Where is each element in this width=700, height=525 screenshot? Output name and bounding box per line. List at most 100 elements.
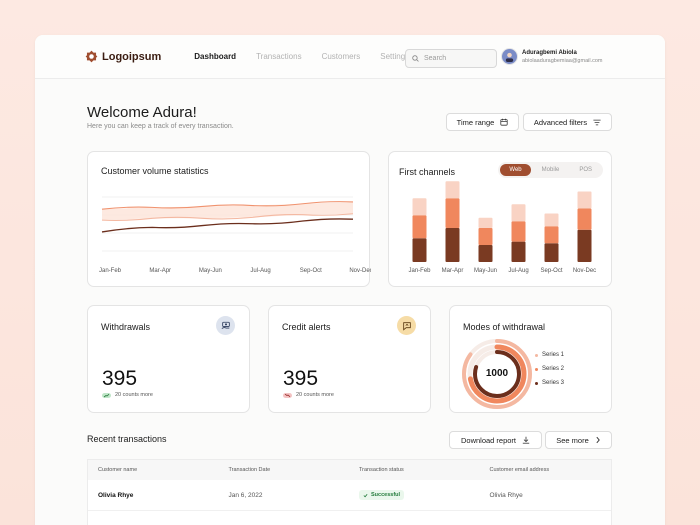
bar-segment[interactable] — [412, 215, 427, 239]
column-header[interactable]: Customer name — [88, 467, 219, 473]
bar-segment[interactable] — [577, 229, 592, 262]
withdrawals-value: 395 — [102, 367, 138, 390]
bar-segment[interactable] — [478, 245, 493, 262]
credit-alerts-card: Credit alerts 395 20 counts more — [268, 305, 431, 413]
bar-segment[interactable] — [544, 213, 559, 227]
main-nav: Dashboard Transactions Customers Setting… — [194, 52, 409, 61]
credit-alerts-note-text: 20 counts more — [296, 392, 334, 398]
bar-segment[interactable] — [445, 181, 460, 199]
download-report-label: Download report — [460, 435, 517, 445]
withdrawals-card: Withdrawals 395 20 counts more — [87, 305, 250, 413]
legend-series-2: Series 2 — [535, 366, 564, 372]
cash-hand-icon — [221, 321, 230, 329]
transactions-table: Customer name Transaction Date Transacti… — [87, 459, 612, 525]
bar-segment[interactable] — [478, 228, 493, 245]
x-tick-label: Jul-Aug — [250, 268, 270, 274]
channels-chart: Jan-Feb Mar-Apr May-Jun Jul-Aug Sep-Oct Nov-D… — [408, 181, 596, 274]
column-header[interactable]: Customer email address — [480, 467, 612, 473]
modes-title: Modes of withdrawal — [463, 322, 546, 332]
nav-transactions[interactable]: Transactions — [256, 52, 302, 61]
advanced-filters-button[interactable]: Advanced filters — [523, 113, 612, 131]
logo-icon — [85, 50, 98, 63]
column-header[interactable]: Transaction Date — [219, 467, 350, 473]
credit-alerts-title: Credit alerts — [282, 322, 331, 332]
bar-segment[interactable] — [412, 198, 427, 216]
recent-transactions-title: Recent transactions — [87, 434, 167, 444]
download-report-button[interactable]: Download report — [449, 431, 542, 449]
x-tick-label: Mar-Apr — [149, 268, 171, 274]
column-header[interactable]: Transaction status — [349, 467, 480, 473]
transaction-date: Jan 6, 2022 — [228, 491, 263, 499]
transaction-status: Successful — [349, 490, 480, 500]
legend-label: Series 3 — [542, 380, 565, 386]
legend-dot — [535, 367, 538, 371]
search-input[interactable]: Search — [405, 49, 497, 68]
x-tick-label: Mar-Apr — [442, 268, 464, 274]
welcome-header: Welcome Adura! Here you can keep a track… — [87, 104, 234, 130]
app-window: Logoipsum Dashboard Transactions Custome… — [35, 35, 665, 525]
series-line — [101, 218, 354, 233]
page-subtitle: Here you can keep a track of every trans… — [87, 123, 234, 130]
bar-segment[interactable] — [511, 221, 526, 242]
trend-up-icon — [102, 392, 111, 398]
search-placeholder: Search — [424, 55, 447, 62]
bar-segment[interactable] — [412, 238, 427, 262]
nav-dashboard[interactable]: Dashboard — [194, 52, 236, 61]
credit-alerts-note: 20 counts more — [283, 392, 334, 398]
bar-segment[interactable] — [445, 228, 460, 262]
nav-customers[interactable]: Customers — [322, 52, 361, 61]
calendar-icon — [500, 118, 508, 126]
page-title: Welcome Adura! — [87, 104, 197, 121]
table-row[interactable]: Olivia Rhye Jan 6, 2022 Successful Olivi… — [88, 480, 611, 511]
customer-email: Olivia Rhye — [489, 491, 523, 499]
brand-name: Logoipsum — [102, 50, 162, 63]
x-tick-label: Jan-Feb — [99, 268, 122, 274]
volume-chart: Jan-Feb Mar-Apr May-Jun Jul-Aug Sep-Oct Nov-D… — [99, 196, 371, 274]
legend-series-1: Series 1 — [535, 352, 564, 358]
modes-card: Modes of withdrawal 1000 Series 1 Series… — [449, 305, 612, 413]
see-more-button[interactable]: See more — [545, 431, 612, 449]
user-name: Aduragbemi Abiola — [522, 49, 577, 56]
avatar[interactable] — [501, 48, 518, 65]
time-range-button[interactable]: Time range — [446, 113, 519, 131]
bar-segment[interactable] — [445, 198, 460, 228]
user-menu[interactable]: Aduragbemi Abiola abiolaaduragbemiaa@gma… — [501, 48, 603, 65]
user-email: abiolaaduragbemiaa@gmail.com — [522, 57, 603, 64]
table-header: Customer name Transaction Date Transacti… — [88, 460, 611, 480]
bar-segment[interactable] — [577, 208, 592, 230]
bar-segment[interactable] — [544, 226, 559, 244]
legend-dot — [535, 353, 538, 357]
credit-alerts-icon-badge — [397, 316, 416, 335]
first-channels-card: First channels Web Mobile POS Jan-Feb Mar… — [388, 151, 612, 287]
withdrawals-title: Withdrawals — [101, 322, 151, 332]
x-tick-label: Sep-Oct — [300, 268, 322, 274]
withdrawals-note-text: 20 counts more — [115, 392, 153, 398]
top-bar: Logoipsum Dashboard Transactions Custome… — [35, 35, 665, 79]
advanced-filters-label: Advanced filters — [533, 117, 588, 127]
user-icon — [505, 52, 514, 62]
credit-alerts-value: 395 — [283, 367, 319, 390]
bar-segment[interactable] — [577, 191, 592, 209]
bar-segment[interactable] — [478, 217, 493, 228]
trend-down-icon — [283, 392, 292, 398]
withdrawals-icon-badge — [216, 316, 235, 335]
withdrawals-note: 20 counts more — [102, 392, 153, 398]
status-label: Successful — [371, 492, 401, 498]
logo[interactable]: Logoipsum — [85, 50, 161, 63]
x-tick-label: May-Jun — [474, 268, 497, 274]
chevron-right-icon — [596, 436, 600, 444]
x-tick-label: Sep-Oct — [540, 268, 562, 274]
x-tick-label: Nov-Dec — [573, 268, 596, 274]
x-tick-label: Jan-Feb — [408, 268, 431, 274]
bar-segment[interactable] — [511, 241, 526, 262]
customer-volume-card: Customer volume statistics Jan-Feb Mar-Ap… — [87, 151, 371, 287]
search-icon — [412, 55, 419, 62]
customer-name: Olivia Rhye — [98, 491, 134, 499]
bar-segment[interactable] — [544, 243, 559, 262]
bar-segment[interactable] — [511, 204, 526, 222]
x-tick-label: Nov-Dec — [349, 268, 371, 274]
x-tick-label: May-Jun — [199, 268, 222, 274]
legend-label: Series 1 — [542, 352, 565, 358]
legend-label: Series 2 — [542, 366, 565, 372]
time-range-label: Time range — [456, 117, 495, 127]
